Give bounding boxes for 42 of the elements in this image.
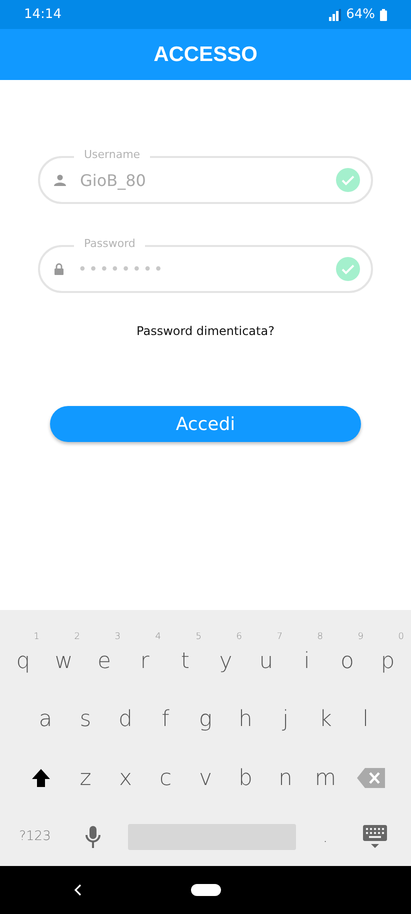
- battery-icon: [380, 8, 387, 20]
- letter-key[interactable]: x: [106, 753, 146, 804]
- letter-key[interactable]: c: [146, 753, 186, 804]
- forgot-password-link[interactable]: Password dimenticata?: [136, 324, 274, 338]
- symbols-key[interactable]: ?123: [12, 812, 58, 862]
- letter-key[interactable]: l: [346, 694, 386, 745]
- lock-icon: [54, 263, 64, 275]
- keyboard-icon: [363, 824, 387, 849]
- home-button[interactable]: [190, 884, 220, 896]
- number-hint: 3: [114, 632, 120, 642]
- letter-key[interactable]: v: [186, 753, 226, 804]
- battery-percent: 64%: [346, 7, 375, 22]
- number-hint: 6: [236, 632, 242, 642]
- letter-key[interactable]: a: [26, 694, 66, 745]
- number-hint: 2: [74, 632, 80, 642]
- letter-key[interactable]: s: [66, 694, 106, 745]
- clock-time: 14:14: [24, 7, 62, 22]
- number-hint: 5: [196, 632, 202, 642]
- letter-key[interactable]: n: [266, 753, 306, 804]
- shift-arrow-icon: [30, 768, 50, 788]
- letter-key[interactable]: b: [226, 753, 266, 804]
- microphone-icon: [84, 826, 101, 848]
- letter-key[interactable]: m: [306, 753, 346, 804]
- letter-key[interactable]: d: [106, 694, 146, 745]
- letter-key[interactable]: k: [306, 694, 346, 745]
- letter-key[interactable]: j: [266, 694, 306, 745]
- number-hint: 0: [398, 632, 404, 642]
- page-title: ACCESSO: [154, 42, 258, 66]
- number-hint: 1: [34, 632, 40, 642]
- person-icon: [54, 174, 66, 186]
- signal-icon: [329, 8, 342, 20]
- letter-key[interactable]: h: [226, 694, 266, 745]
- number-hint: 9: [358, 632, 364, 642]
- back-icon[interactable]: [74, 884, 82, 896]
- letter-key[interactable]: f: [146, 694, 186, 745]
- period-key[interactable]: .: [310, 812, 340, 862]
- number-hint: 7: [276, 632, 282, 642]
- backspace-icon: [356, 768, 384, 788]
- letter-key[interactable]: g: [186, 694, 226, 745]
- number-hint: 8: [317, 632, 323, 642]
- number-hint: 4: [155, 632, 161, 642]
- letter-key[interactable]: z: [66, 753, 106, 804]
